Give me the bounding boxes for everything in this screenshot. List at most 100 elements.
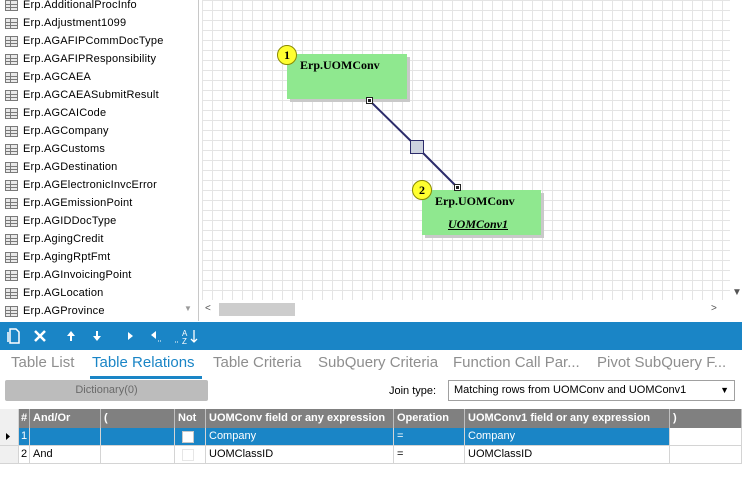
table-icon bbox=[5, 269, 18, 281]
cell-open-paren[interactable] bbox=[101, 446, 175, 464]
relation-handle[interactable] bbox=[410, 140, 424, 154]
list-item-label: Erp.AGEmissionPoint bbox=[23, 197, 133, 209]
vertical-scrollbar[interactable]: ▼ bbox=[730, 0, 742, 300]
list-item[interactable]: Erp.AGIDDocType bbox=[0, 212, 182, 230]
tab-table-criteria[interactable]: Table Criteria bbox=[213, 354, 301, 371]
scroll-right-arrow-icon[interactable]: > bbox=[711, 303, 717, 314]
scroll-down-arrow-icon[interactable]: ▼ bbox=[182, 302, 194, 316]
link-anchor-icon[interactable] bbox=[454, 184, 461, 191]
list-item-label: Erp.AGDestination bbox=[23, 161, 118, 173]
column-header-and-or[interactable]: And/Or bbox=[30, 409, 101, 428]
list-item[interactable]: Erp.AGCompany bbox=[0, 122, 182, 140]
tab-subquery-criteria[interactable]: SubQuery Criteria bbox=[318, 354, 438, 371]
list-item[interactable]: Erp.AGCAEA bbox=[0, 68, 182, 86]
tab-table-list[interactable]: Table List bbox=[11, 354, 74, 371]
table-row[interactable]: 1 Company = Company bbox=[0, 428, 742, 446]
column-header-num[interactable]: # bbox=[19, 409, 30, 428]
list-item-label: Erp.AGCAICode bbox=[23, 107, 107, 119]
list-item[interactable]: Erp.Adjustment1099 bbox=[0, 14, 182, 32]
tab-pivot-subquery[interactable]: Pivot SubQuery F... bbox=[597, 354, 726, 371]
list-item[interactable]: Erp.AGAFIPResponsibility bbox=[0, 50, 182, 68]
cell-close-paren[interactable] bbox=[670, 446, 742, 464]
scroll-left-arrow-icon[interactable]: < bbox=[205, 303, 211, 314]
delete-icon[interactable] bbox=[31, 322, 49, 350]
cell-close-paren[interactable] bbox=[670, 428, 742, 446]
designer-tabs: Table List Table Relations Table Criteri… bbox=[0, 350, 742, 379]
column-header-open-paren[interactable]: ( bbox=[101, 409, 175, 428]
move-left-icon[interactable] bbox=[146, 322, 166, 350]
list-item-label: Erp.AGAFIPCommDocType bbox=[23, 35, 164, 47]
table-node-uomconv1[interactable]: Erp.UOMConv UOMConv1 bbox=[422, 190, 541, 235]
move-right-icon[interactable] bbox=[122, 322, 138, 350]
list-item[interactable]: Erp.AGLocation bbox=[0, 284, 182, 302]
list-item[interactable]: Erp.AGCustoms bbox=[0, 140, 182, 158]
node-number-badge: 1 bbox=[277, 45, 297, 65]
list-item[interactable]: Erp.AGInvoicingPoint bbox=[0, 266, 182, 284]
list-item[interactable]: Erp.AGAFIPCommDocType bbox=[0, 32, 182, 50]
list-item[interactable]: Erp.AgingRptFmt bbox=[0, 248, 182, 266]
cell-uomconv1-field[interactable]: Company bbox=[465, 428, 670, 446]
chevron-down-icon[interactable]: ▼ bbox=[720, 381, 729, 400]
list-item[interactable]: Erp.AGCAEASubmitResult bbox=[0, 86, 182, 104]
node-alias: UOMConv1 bbox=[448, 217, 509, 231]
list-item[interactable]: Erp.AGProvince bbox=[0, 302, 182, 320]
not-checkbox[interactable] bbox=[182, 431, 194, 443]
table-node-uomconv[interactable]: Erp.UOMConv bbox=[287, 54, 407, 99]
column-header-uomconv1-field[interactable]: UOMConv1 field or any expression bbox=[465, 409, 670, 428]
move-up-icon[interactable] bbox=[63, 322, 79, 350]
table-icon bbox=[5, 197, 18, 209]
cell-uomconv-field[interactable]: Company bbox=[206, 428, 394, 446]
table-icon bbox=[5, 89, 18, 101]
scroll-down-arrow-icon[interactable]: ▼ bbox=[732, 287, 742, 298]
list-item[interactable]: Erp.AGCAICode bbox=[0, 104, 182, 122]
link-anchor-icon[interactable] bbox=[366, 97, 373, 104]
tab-table-relations[interactable]: Table Relations bbox=[92, 354, 195, 371]
list-item[interactable]: Erp.AdditionalProcInfo bbox=[0, 0, 182, 14]
list-item[interactable]: Erp.AGEmissionPoint bbox=[0, 194, 182, 212]
cell-open-paren[interactable] bbox=[101, 428, 175, 446]
list-item[interactable]: Erp.AGElectronicInvcError bbox=[0, 176, 182, 194]
join-type-select[interactable]: Matching rows from UOMConv and UOMConv1 … bbox=[448, 380, 735, 401]
horizontal-scroll-thumb[interactable] bbox=[219, 303, 295, 316]
node-table-name: Erp.UOMConv bbox=[300, 58, 380, 72]
row-selector[interactable] bbox=[0, 428, 19, 446]
column-header-not[interactable]: Not bbox=[175, 409, 206, 428]
cell-not[interactable] bbox=[175, 428, 206, 446]
list-item-label: Erp.AGProvince bbox=[23, 305, 105, 317]
column-header-operation[interactable]: Operation bbox=[394, 409, 465, 428]
cell-operation[interactable]: = bbox=[394, 428, 465, 446]
horizontal-scrollbar[interactable]: < > bbox=[202, 300, 730, 320]
move-down-icon[interactable] bbox=[89, 322, 105, 350]
cell-num: 1 bbox=[19, 428, 30, 446]
list-item[interactable]: Erp.AGDestination bbox=[0, 158, 182, 176]
table-icon bbox=[5, 0, 18, 11]
table-icon bbox=[5, 107, 18, 119]
cell-and-or[interactable]: And bbox=[30, 446, 101, 464]
tab-function-call-parameters[interactable]: Function Call Par... bbox=[453, 354, 580, 371]
table-row[interactable]: 2 And UOMClassID = UOMClassID bbox=[0, 446, 742, 464]
table-icon bbox=[5, 35, 18, 47]
sort-icon[interactable]: AZ bbox=[172, 322, 204, 350]
cell-and-or[interactable] bbox=[30, 428, 101, 446]
new-icon[interactable] bbox=[6, 322, 22, 350]
cell-not[interactable] bbox=[175, 446, 206, 464]
list-item[interactable]: Erp.AgingCredit bbox=[0, 230, 182, 248]
cell-uomconv1-field[interactable]: UOMClassID bbox=[465, 446, 670, 464]
list-item-label: Erp.AGCompany bbox=[23, 125, 109, 137]
not-checkbox[interactable] bbox=[182, 449, 194, 461]
node-number-badge: 2 bbox=[412, 180, 432, 200]
table-icon bbox=[5, 179, 18, 191]
relation-link bbox=[368, 99, 458, 188]
cell-uomconv-field[interactable]: UOMClassID bbox=[206, 446, 394, 464]
cell-operation[interactable]: = bbox=[394, 446, 465, 464]
column-header-uomconv-field[interactable]: UOMConv field or any expression bbox=[206, 409, 394, 428]
table-list-panel: Erp.AdditionalProcInfo Erp.Adjustment109… bbox=[0, 0, 199, 321]
row-selector[interactable] bbox=[0, 446, 19, 464]
diagram-canvas[interactable]: Erp.UOMConv 1 Erp.UOMConv UOMConv1 2 bbox=[202, 0, 730, 300]
list-item-label: Erp.Adjustment1099 bbox=[23, 17, 127, 29]
list-item-label: Erp.AGIDDocType bbox=[23, 215, 117, 227]
list-item-label: Erp.AGAFIPResponsibility bbox=[23, 53, 157, 65]
table-icon bbox=[5, 305, 18, 317]
dictionary-button[interactable]: Dictionary(0) bbox=[5, 380, 208, 401]
column-header-close-paren[interactable]: ) bbox=[670, 409, 742, 428]
